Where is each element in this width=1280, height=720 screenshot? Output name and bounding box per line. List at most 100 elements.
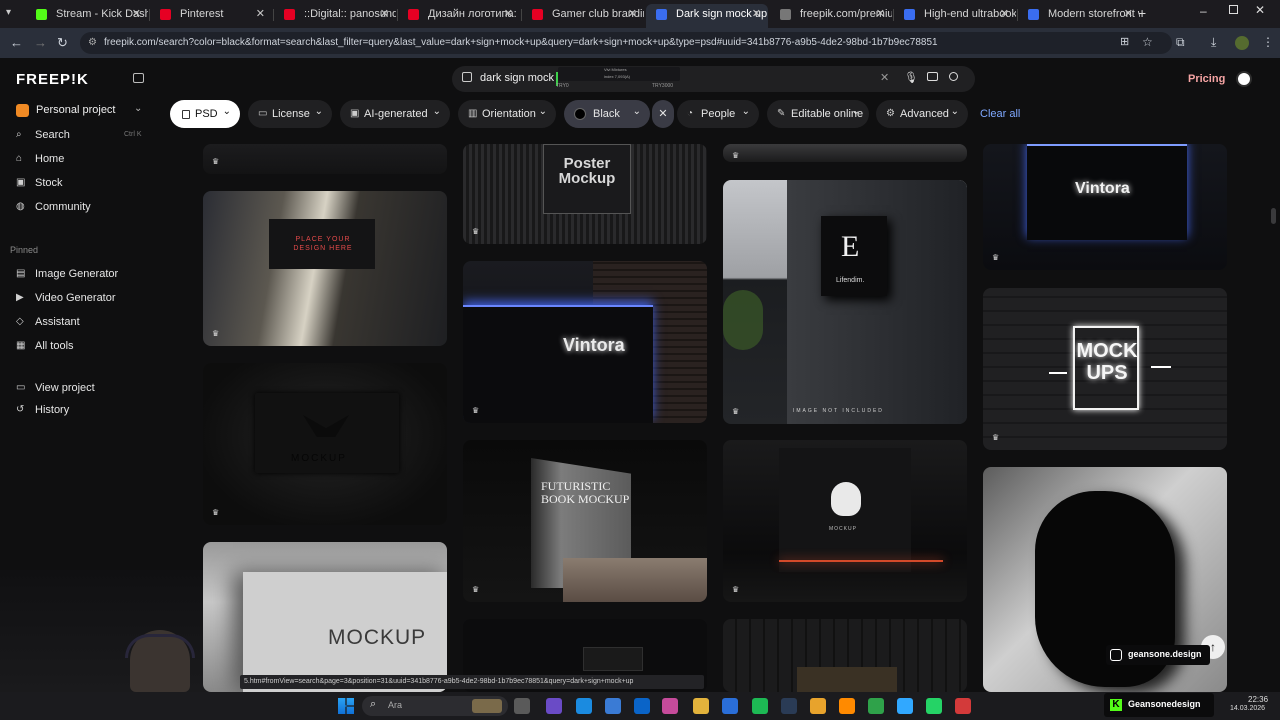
back-icon[interactable]: ← [10,35,23,50]
mockup-card-poster[interactable]: Poster Mockup ♛ [463,144,707,244]
browser-tab[interactable]: ::Digital:: panosunda ✕ [274,4,396,28]
video-icon: ▶ [16,292,24,303]
filter-orientation[interactable]: ▥ Orientation ⌄ [458,100,556,128]
chrome-icon[interactable] [810,698,826,714]
profile-avatar[interactable] [1235,36,1249,50]
close-tab-icon[interactable]: ✕ [256,4,265,24]
collapse-sidebar-icon[interactable] [133,73,144,83]
filter-license[interactable]: ▭ License ⌄ [248,100,332,128]
sidebar-item-stock[interactable]: ▣ Stock [16,173,156,193]
browser-tab[interactable]: Stream - Kick Dashbo✕ [26,4,148,28]
close-window-button[interactable]: ✕ [1255,3,1265,17]
mockup-card-mockups[interactable]: MOCK UPS ♛ [983,288,1227,450]
whatsapp-icon[interactable] [926,698,942,714]
minimize-button[interactable]: – [1200,4,1207,18]
reload-icon[interactable]: ↻ [57,35,68,51]
forward-icon[interactable]: → [34,35,47,50]
chrome-3-icon[interactable] [955,698,971,714]
filter-psd[interactable]: PSD ⌄ [170,100,240,128]
extensions-icon[interactable]: ⧉ [1176,35,1185,50]
photos-icon[interactable] [662,698,678,714]
sidebar-item-home[interactable]: ⌂ Home [16,149,156,169]
browser-tab[interactable]: Dark sign mock up P ✕ [646,4,768,28]
url-input[interactable]: ⚙ freepik.com/search?color=black&format=… [80,32,1172,54]
sidebar-item-search[interactable]: ⌕ Search Ctrl K [16,125,156,145]
chevron-down-icon: ⌄ [222,106,231,117]
mockup-card-white-mockup[interactable]: MOCKUP [203,542,447,692]
illustrator-icon[interactable] [839,698,855,714]
close-tab-icon[interactable]: ✕ [1124,4,1133,24]
search-bar[interactable]: dark sign mock Vivi Mixtures index 7,093… [452,66,975,92]
store-icon[interactable] [722,698,738,714]
page-scrollbar[interactable] [1271,208,1276,224]
project-selector[interactable]: Personal project ⌄ [10,100,154,122]
mockup-card-book[interactable]: FUTURISTIC BOOK MOCKUP ♛ [463,440,707,602]
new-tab-button[interactable]: + [1138,5,1146,21]
close-tab-icon[interactable]: ✕ [876,4,885,24]
mockup-card-eagle[interactable]: MOCKUP ♛ [203,363,447,525]
maximize-button[interactable] [1229,5,1238,14]
remove-color-filter-button[interactable]: ✕ [652,100,674,128]
mockup-card-vintora-street[interactable]: Vintora ♛ [463,261,707,423]
freepik-logo[interactable]: FREEP!K [16,71,89,88]
kick-handle: Geansonedesign [1128,699,1201,709]
browser-tab-bar: ▾ Stream - Kick Dashbo✕ Pinterest ✕::Digit… [0,0,1280,28]
site-info-icon[interactable]: ⚙ [88,32,97,54]
mockup-card-place-design[interactable]: PLACE YOUR DESIGN HERE ♛ [203,191,447,346]
browser-tab[interactable]: Modern storefront w ✕ [1018,4,1140,28]
microphone-icon[interactable]: 🎙︎ [904,71,918,84]
search-icon[interactable] [949,72,958,81]
close-tab-icon[interactable]: ✕ [380,4,389,24]
filter-ai-generated[interactable]: ▣ AI-generated ⌄ [340,100,450,128]
translate-icon[interactable]: ⊞ [1120,35,1129,48]
sidebar-item-video-generator[interactable]: ▶ Video Generator [16,288,156,308]
filter-editable-online[interactable]: ✎ Editable online ⌄ [767,100,869,128]
user-avatar[interactable] [1236,71,1252,87]
browser-tab[interactable]: Pinterest ✕ [150,4,272,28]
chrome-2-icon[interactable] [868,698,884,714]
sidebar-item-image-generator[interactable]: ▤ Image Generator [16,264,156,284]
close-tab-icon[interactable]: ✕ [1000,4,1009,24]
widget-icon[interactable] [546,698,562,714]
close-tab-icon[interactable]: ✕ [628,4,637,24]
camera-search-icon[interactable] [927,72,938,81]
windows-start-icon[interactable] [338,698,354,714]
sidebar-item-assistant[interactable]: ◇ Assistant [16,312,156,332]
explorer-icon[interactable] [693,698,709,714]
browser-tab[interactable]: freepik.com/premiun ✕ [770,4,892,28]
bookmark-star-icon[interactable]: ☆ [1142,35,1153,49]
edge-icon[interactable] [576,698,592,714]
taskbar-search[interactable]: ⌕ Ara [362,696,508,716]
browser-tab[interactable]: Дизайн логотипа: Ci ✕ [398,4,520,28]
clear-all-link[interactable]: Clear all [980,108,1020,120]
mockup-card-top-1[interactable]: ♛ [203,144,447,174]
close-tab-icon[interactable]: ✕ [752,4,761,24]
mockup-card-lion[interactable]: MOCKUP ♛ [723,440,967,602]
task-view-icon[interactable] [514,698,530,714]
steam-icon[interactable] [781,698,797,714]
menu-icon[interactable]: ⋮ [1262,35,1274,49]
mockup-card-vintora-neon[interactable]: Vintora ♛ [983,144,1227,270]
filter-people[interactable]: ◔ People ⌄ [677,100,759,128]
sidebar-item-view-project[interactable]: ▭ View project [16,378,156,398]
mockup-card-lifendim[interactable]: E Lifendim. IMAGE NOT INCLUDED ♛ [723,180,967,424]
close-tab-icon[interactable]: ✕ [504,4,513,24]
photoshop-icon[interactable] [897,698,913,714]
tab-search-button[interactable]: ▾ [6,7,20,21]
outlook-icon[interactable] [634,698,650,714]
browser-tab[interactable]: Gamer club branding✕ [522,4,644,28]
sidebar-item-community[interactable]: ◍ Community [16,197,156,217]
filter-advanced[interactable]: ⚙ Advanced ⌄ [876,100,968,128]
mockup-card-bottom-3[interactable] [723,619,967,692]
filter-black[interactable]: Black ⌄ [564,100,650,128]
spotify-icon[interactable] [752,698,768,714]
sidebar-item-history[interactable]: ↺ History [16,400,156,420]
clear-search-icon[interactable]: ✕ [880,71,889,84]
download-icon[interactable]: ⤓ [1211,35,1216,50]
mockup-card-top-3[interactable]: ♛ [723,144,967,162]
browser-tab[interactable]: High-end ultrabook ✕ [894,4,1016,28]
files-icon[interactable] [605,698,621,714]
sidebar-item-all-tools[interactable]: ▦ All tools [16,336,156,356]
close-tab-icon[interactable]: ✕ [132,4,141,24]
pricing-link[interactable]: Pricing [1188,73,1225,85]
